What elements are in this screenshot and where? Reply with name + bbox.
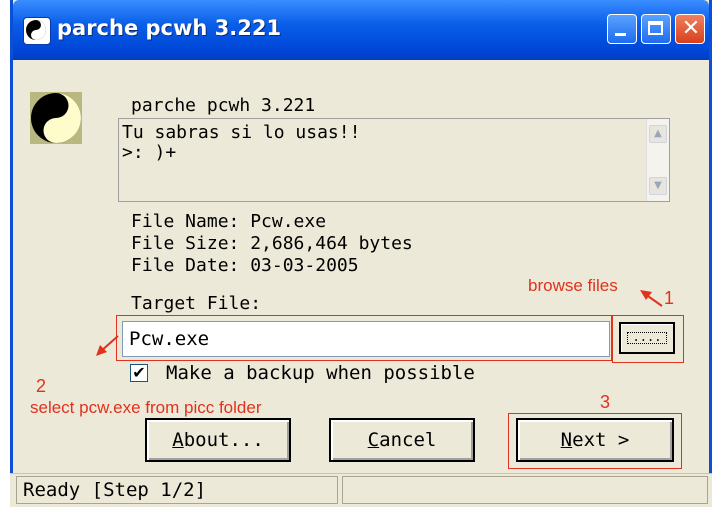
annotation-step3: 3	[600, 392, 611, 412]
title-bar[interactable]: parche pcwh 3.221 ✕	[13, 0, 709, 60]
about-mnemonic: A	[172, 429, 184, 451]
vertical-scrollbar[interactable]: ▲ ▼	[646, 119, 669, 201]
next-label: ext >	[572, 429, 630, 451]
next-button[interactable]: Next >	[516, 418, 674, 462]
annotation-browse-files: browse files	[528, 276, 618, 295]
scroll-down-icon[interactable]: ▼	[649, 177, 667, 195]
cancel-label: ancel	[379, 429, 437, 451]
svg-text:0: 0	[46, 119, 60, 143]
target-file-label: Target File:	[131, 293, 262, 314]
minimize-icon	[615, 33, 626, 36]
file-size-info: File Size: 2,686,464 bytes	[131, 233, 413, 254]
maximize-icon	[648, 21, 663, 35]
yin-yang-title-icon	[23, 17, 51, 45]
next-mnemonic: N	[560, 429, 573, 451]
annotation-select-hint: select pcw.exe from picc folder	[30, 398, 262, 417]
annotation-step1: 1	[664, 288, 675, 308]
notes-textarea[interactable]: Tu sabras si lo usas!! >: )+ ▲ ▼	[118, 118, 670, 202]
about-label: bout...	[183, 429, 264, 451]
backup-label[interactable]: Make a backup when possible	[166, 363, 475, 383]
status-text: Ready [Step 1/2]	[16, 476, 338, 504]
cancel-mnemonic: C	[367, 429, 380, 451]
backup-checkbox[interactable]: ✔	[130, 364, 148, 382]
notes-line: >: )+	[122, 142, 177, 163]
target-file-input[interactable]: Pcw.exe	[122, 321, 610, 357]
minimize-button[interactable]	[607, 14, 637, 44]
close-button[interactable]: ✕	[675, 14, 705, 44]
status-bar: Ready [Step 1/2]	[10, 473, 712, 507]
status-panel	[342, 476, 708, 504]
browse-button[interactable]: ....	[619, 322, 675, 354]
notes-line: Tu sabras si lo usas!!	[122, 122, 361, 143]
annotation-step2: 2	[36, 376, 47, 396]
close-icon: ✕	[681, 16, 701, 41]
svg-text:1: 1	[51, 93, 65, 117]
file-name-info: File Name: Pcw.exe	[131, 211, 327, 232]
file-date-info: File Date: 03-03-2005	[131, 255, 359, 276]
scroll-up-icon[interactable]: ▲	[649, 125, 667, 143]
yin-yang-10-icon: 1 0	[28, 88, 84, 148]
window-title: parche pcwh 3.221	[57, 16, 282, 40]
app-name: parche pcwh 3.221	[131, 95, 316, 116]
about-button[interactable]: About...	[145, 418, 291, 462]
maximize-button[interactable]	[641, 14, 671, 44]
cancel-button[interactable]: Cancel	[329, 418, 475, 462]
browse-dots: ....	[627, 331, 667, 344]
